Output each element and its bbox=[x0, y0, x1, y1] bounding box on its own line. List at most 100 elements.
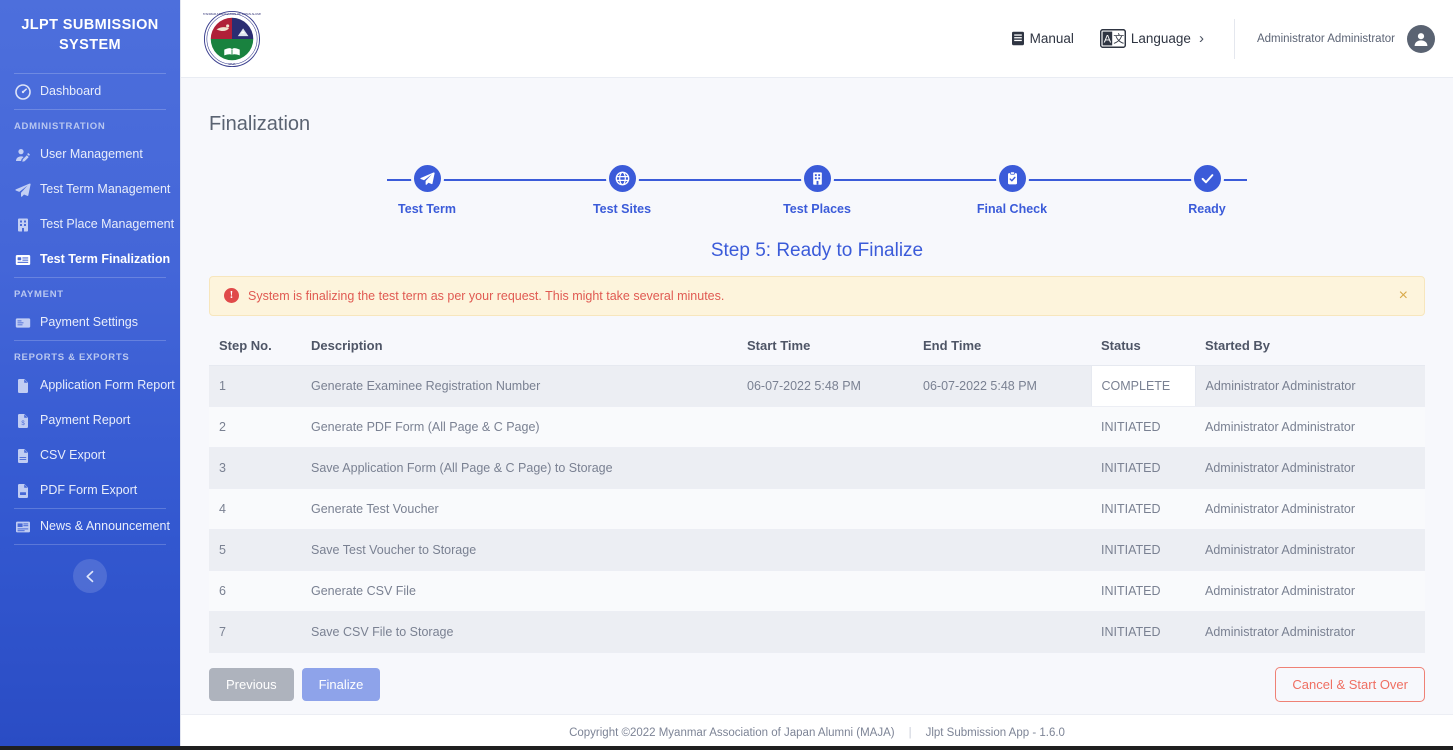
topbar: MYANMAR ASSOCIATION OF JAPAN ALUMNI MAJA… bbox=[181, 0, 1453, 78]
status-alert: ! System is finalizing the test term as … bbox=[209, 275, 1425, 316]
sidebar-item-label: Test Term Finalization bbox=[40, 252, 171, 267]
table-row: 5 Save Test Voucher to Storage INITIATED… bbox=[209, 529, 1425, 571]
col-header-start-time: Start Time bbox=[737, 329, 913, 366]
cell-end-time bbox=[913, 611, 1091, 653]
sidebar-item-label: PDF Form Export bbox=[40, 483, 138, 498]
stepper-label: Test Places bbox=[783, 201, 851, 216]
sidebar-collapse-button[interactable] bbox=[73, 559, 107, 594]
table-row: 4 Generate Test Voucher INITIATED Admini… bbox=[209, 488, 1425, 530]
sidebar-item-test-term-finalization[interactable]: Test Term Finalization bbox=[0, 242, 180, 277]
stepper-step-test-sites[interactable]: Test Sites bbox=[562, 161, 682, 216]
building-icon bbox=[14, 216, 31, 233]
footer: Copyright ©2022 Myanmar Association of J… bbox=[181, 714, 1453, 750]
status-badge: INITIATED bbox=[1091, 611, 1195, 653]
cell-started-by: Administrator Administrator bbox=[1195, 447, 1425, 489]
file-icon bbox=[14, 377, 31, 394]
cancel-start-over-button[interactable]: Cancel & Start Over bbox=[1275, 666, 1425, 702]
stepper-label: Final Check bbox=[976, 201, 1048, 216]
status-badge: INITIATED bbox=[1091, 488, 1195, 530]
cell-end-time bbox=[913, 406, 1091, 448]
cell-started-by: Administrator Administrator bbox=[1195, 488, 1425, 530]
sidebar-item-test-place-management[interactable]: Test Place Management bbox=[0, 207, 180, 242]
svg-text:MAJA: MAJA bbox=[229, 63, 236, 66]
dashboard-icon bbox=[14, 83, 31, 100]
cell-description: Generate CSV File bbox=[301, 570, 737, 612]
stepper-step-ready[interactable]: Ready bbox=[1147, 161, 1267, 216]
stepper-step-final-check[interactable]: Final Check bbox=[952, 161, 1072, 216]
sidebar-item-pdf-form-export[interactable]: PDF Form Export bbox=[0, 473, 180, 508]
window-bottom-bar bbox=[0, 746, 1453, 750]
sidebar-item-csv-export[interactable]: CSV Export bbox=[0, 438, 180, 473]
sidebar-section-administration: ADMINISTRATION bbox=[14, 121, 106, 133]
avatar[interactable] bbox=[1407, 24, 1435, 53]
sidebar-item-user-management[interactable]: User Management bbox=[0, 137, 180, 172]
col-header-end-time: End Time bbox=[913, 329, 1091, 366]
cell-description: Generate PDF Form (All Page & C Page) bbox=[301, 406, 737, 448]
sidebar-item-label: Dashboard bbox=[40, 84, 102, 99]
cell-start-time bbox=[737, 611, 913, 653]
previous-button[interactable]: Previous bbox=[209, 667, 294, 701]
paper-plane-icon bbox=[14, 181, 31, 198]
stepper-step-test-places[interactable]: Test Places bbox=[757, 161, 877, 216]
cell-started-by: Administrator Administrator bbox=[1195, 529, 1425, 571]
cell-end-time bbox=[913, 488, 1091, 530]
stepper-circle[interactable] bbox=[1190, 161, 1224, 195]
col-header-step-no: Step No. bbox=[209, 329, 301, 366]
id-card-icon bbox=[14, 251, 31, 268]
sidebar-item-payment-settings[interactable]: Payment Settings bbox=[0, 305, 180, 340]
paper-plane-icon bbox=[419, 171, 435, 185]
stepper-circle[interactable] bbox=[605, 161, 639, 195]
stepper-circle[interactable] bbox=[995, 161, 1029, 195]
cell-description: Generate Examinee Registration Number bbox=[301, 365, 737, 407]
sidebar-item-payment-report[interactable]: $ Payment Report bbox=[0, 403, 180, 438]
close-icon[interactable]: × bbox=[1397, 287, 1410, 304]
cell-started-by: Administrator Administrator bbox=[1195, 611, 1425, 653]
file-invoice-icon: $ bbox=[14, 412, 31, 429]
cell-start-time bbox=[737, 447, 913, 489]
cell-step-no: 4 bbox=[209, 488, 301, 530]
action-bar: Previous Finalize Cancel & Start Over bbox=[209, 653, 1425, 702]
sidebar-item-news-announcement[interactable]: News & Announcement bbox=[0, 509, 180, 544]
cell-step-no: 5 bbox=[209, 529, 301, 571]
finalize-button[interactable]: Finalize bbox=[301, 667, 381, 701]
cell-end-time: 06-07-2022 5:48 PM bbox=[913, 365, 1091, 407]
building-icon bbox=[812, 172, 822, 185]
user-icon bbox=[1414, 32, 1428, 46]
status-badge: INITIATED bbox=[1091, 447, 1195, 489]
cell-start-time bbox=[737, 570, 913, 612]
sidebar-item-label: News & Announcement bbox=[40, 519, 170, 534]
col-header-started-by: Started By bbox=[1195, 329, 1425, 366]
cell-end-time bbox=[913, 529, 1091, 571]
stepper-step-test-term[interactable]: Test Term bbox=[367, 161, 487, 216]
sidebar-item-dashboard[interactable]: Dashboard bbox=[0, 74, 180, 109]
manual-link[interactable]: Manual bbox=[1011, 31, 1074, 46]
card-icon bbox=[14, 314, 31, 331]
file-pdf-icon bbox=[14, 482, 31, 499]
sidebar-item-label: User Management bbox=[40, 147, 143, 162]
stepper: Test Term Test Sites Test Places Final C… bbox=[367, 161, 1267, 224]
sidebar-section-reports: REPORTS & EXPORTS bbox=[14, 352, 130, 364]
sidebar-item-label: Payment Report bbox=[40, 413, 131, 428]
sidebar-item-test-term-management[interactable]: Test Term Management bbox=[0, 172, 180, 207]
sidebar-item-label: Application Form Report bbox=[40, 378, 175, 393]
status-badge: INITIATED bbox=[1091, 570, 1195, 612]
svg-text:A: A bbox=[1104, 34, 1112, 46]
sidebar-item-application-form-report[interactable]: Application Form Report bbox=[0, 368, 180, 403]
table-row: 3 Save Application Form (All Page & C Pa… bbox=[209, 447, 1425, 489]
stepper-steps: Test Term Test Sites Test Places Final C… bbox=[367, 161, 1267, 216]
cell-step-no: 7 bbox=[209, 611, 301, 653]
main-area: MYANMAR ASSOCIATION OF JAPAN ALUMNI MAJA… bbox=[180, 0, 1453, 750]
table-row: 7 Save CSV File to Storage INITIATED Adm… bbox=[209, 611, 1425, 653]
cell-started-by: Administrator Administrator bbox=[1195, 406, 1425, 448]
topbar-separator bbox=[1233, 18, 1235, 59]
cell-start-time bbox=[737, 529, 913, 571]
table-head: Step No. Description Start Time End Time… bbox=[209, 329, 1425, 366]
alert-message: System is finalizing the test term as pe… bbox=[248, 288, 725, 303]
user-name-label: Administrator Administrator bbox=[1256, 32, 1395, 45]
stepper-label: Test Sites bbox=[592, 201, 652, 216]
stepper-circle[interactable] bbox=[800, 161, 834, 195]
maja-logo: MYANMAR ASSOCIATION OF JAPAN ALUMNI MAJA bbox=[201, 10, 263, 68]
language-selector[interactable]: A 文 Language › bbox=[1099, 29, 1204, 48]
stepper-circle[interactable] bbox=[410, 161, 444, 195]
status-badge: INITIATED bbox=[1091, 406, 1195, 448]
